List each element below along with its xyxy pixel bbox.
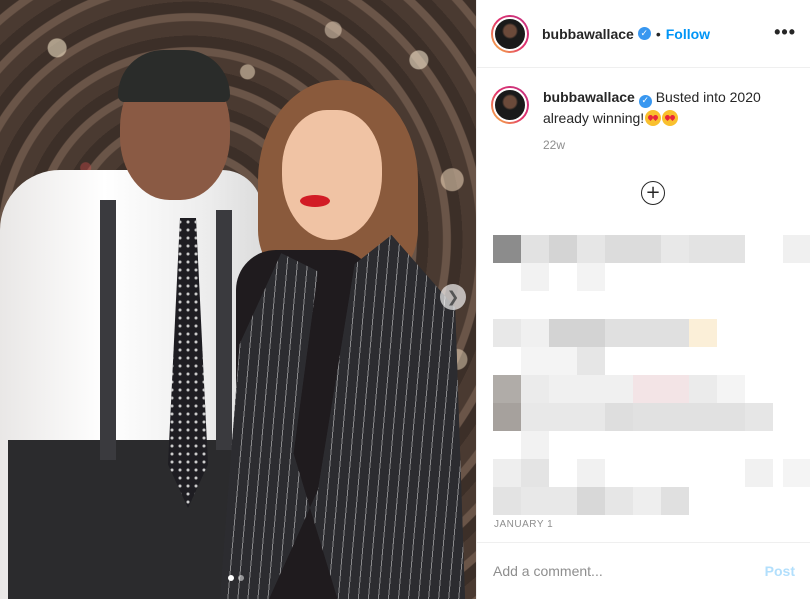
blurred-block [521,319,549,347]
blurred-block [633,403,745,431]
blurred-block [689,235,745,263]
blurred-block [633,375,689,403]
blurred-block [577,459,605,487]
photo-cap [118,50,230,102]
blurred-block [521,403,605,431]
blurred-comments [493,220,810,520]
heart-eyes-emoji-icon [662,109,679,126]
post-photo[interactable]: ❯ [0,0,476,599]
post-date: JANUARY 1 [494,519,554,530]
blurred-block [493,375,521,403]
blurred-block [493,459,521,487]
blurred-block [577,487,605,515]
verified-badge-icon: ✓ [638,94,652,108]
chevron-right-icon[interactable]: ❯ [440,284,466,310]
blurred-block [689,319,717,347]
heart-eyes-emoji-icon [645,109,662,126]
blurred-block [661,235,689,263]
avatar-image [493,16,527,51]
blurred-block [661,487,689,515]
carousel-dot [238,575,244,581]
blurred-block [605,403,633,431]
blurred-block [783,459,810,487]
blurred-block [549,235,577,263]
blurred-block [633,487,661,515]
blurred-block [783,235,810,263]
post-comment-button[interactable]: Post [765,563,795,579]
post-panel: bubbawallace ✓ • Follow ••• bubbawallace… [476,0,810,599]
blurred-block [605,319,689,347]
separator-bullet: • [655,25,661,42]
blurred-block [577,235,605,263]
comment-input[interactable] [493,563,765,579]
blurred-block [521,459,549,487]
verified-badge-icon: ✓ [637,27,651,40]
post-time[interactable]: 22w [543,138,810,152]
blurred-block [521,263,549,291]
blurred-block [549,319,605,347]
blurred-block [493,403,521,431]
blurred-block [717,375,745,403]
caption-text: bubbawallace ✓ Busted into 2020 already w… [543,87,793,128]
blurred-block [521,431,549,459]
carousel-dot-active [228,575,234,581]
blurred-block [521,487,577,515]
carousel-dots [228,575,244,581]
photo-lips [300,195,330,207]
username-link[interactable]: bubbawallace [542,26,634,42]
photo-suspender [100,200,116,460]
plus-circle-icon[interactable]: + [641,181,665,205]
photo-woman-face [282,110,382,240]
blurred-block [577,263,605,291]
avatar[interactable] [491,14,529,53]
blurred-block [493,235,521,263]
blurred-block [493,487,521,515]
blurred-block [521,347,577,375]
more-options-icon[interactable]: ••• [774,22,796,43]
blurred-block [521,375,549,403]
follow-button[interactable]: Follow [666,26,710,42]
caption-username[interactable]: bubbawallace [543,89,635,105]
blurred-block [493,319,521,347]
blurred-block [745,459,773,487]
post-header: bubbawallace ✓ • Follow ••• [477,0,810,68]
blurred-block [549,375,633,403]
comment-bar: Post [477,542,810,599]
blurred-block [577,347,605,375]
blurred-block [689,375,717,403]
avatar-image [493,88,527,122]
caption-row: bubbawallace ✓ Busted into 2020 already w… [477,68,810,128]
blurred-block [605,487,633,515]
blurred-block [521,235,549,263]
caption-avatar[interactable] [491,86,529,124]
photo-suspender [216,210,232,450]
blurred-block [745,403,773,431]
blurred-block [605,235,661,263]
